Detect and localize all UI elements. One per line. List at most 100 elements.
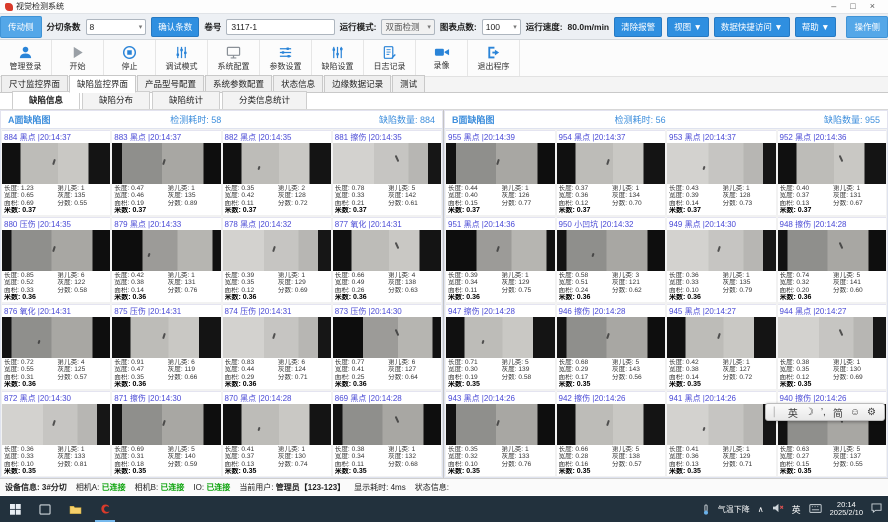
tool-button-调试模式[interactable]: 调试模式 (156, 40, 208, 76)
defect-cell-header: 882 黑点 |20:14:35 (223, 131, 331, 143)
defect-cell[interactable]: 870 黑点 |20:14:28长度: 0.41宽度: 0.37面积: 0.13… (223, 391, 331, 476)
meta-gray: 灰度: 143 (612, 366, 663, 373)
language-indicator[interactable]: 英 (792, 503, 801, 516)
defect-cell[interactable]: 943 黑点 |20:14:26长度: 0.35宽度: 0.32面积: 0.10… (446, 391, 555, 476)
tab-系统参数配置[interactable]: 系统参数配置 (205, 75, 272, 92)
tool-button-开始[interactable]: 开始 (52, 40, 104, 76)
defect-cell[interactable]: 874 压伤 |20:14:31长度: 0.83宽度: 0.44面积: 0.29… (223, 304, 331, 389)
start-button[interactable] (0, 496, 30, 522)
meta-width: 宽度: 0.52 (4, 279, 57, 286)
defect-cell[interactable]: 945 黑点 |20:14:27长度: 0.42宽度: 0.38面积: 0.14… (667, 304, 776, 389)
tool-button-系统配置[interactable]: 系统配置 (208, 40, 260, 76)
meta-class: 第几类: 1 (502, 446, 553, 453)
notification-center-icon[interactable] (871, 503, 882, 515)
defect-cell[interactable]: 955 黑点 |20:14:39长度: 0.44宽度: 0.40面积: 0.15… (446, 130, 555, 215)
defect-cell[interactable]: 941 黑点 |20:14:26长度: 0.41宽度: 0.36面积: 0.13… (667, 391, 776, 476)
subtab-缺陷分布[interactable]: 缺陷分布 (82, 91, 150, 109)
slit-count-select[interactable]: 8 ▾ (86, 19, 147, 35)
drive-side-button[interactable]: 传动侧 (0, 16, 42, 38)
tab-状态信息[interactable]: 状态信息 (273, 75, 323, 92)
defect-cell[interactable]: 953 黑点 |20:14:37长度: 0.43宽度: 0.39面积: 0.14… (667, 130, 776, 215)
defect-cell[interactable]: 875 压伤 |20:14:31长度: 0.91宽度: 0.47面积: 0.35… (112, 304, 220, 389)
defect-image (2, 404, 110, 445)
defect-cell[interactable]: 946 擦伤 |20:14:28长度: 0.68宽度: 0.29面积: 0.17… (557, 304, 666, 389)
defect-cell[interactable]: 942 擦伤 |20:14:26长度: 0.66宽度: 0.28面积: 0.16… (557, 391, 666, 476)
defect-cell[interactable]: 884 黑点 |20:14:37长度: 1.23宽度: 0.65面积: 0.69… (2, 130, 110, 215)
defect-cell[interactable]: 879 黑点 |20:14:33长度: 0.42宽度: 0.38面积: 0.14… (112, 217, 220, 302)
defect-cell[interactable]: 872 黑点 |20:14:30长度: 0.36宽度: 0.33面积: 0.10… (2, 391, 110, 476)
confirm-count-button[interactable]: 确认条数 (151, 17, 199, 37)
moon-icon[interactable]: ☽ (805, 407, 814, 418)
defect-meta-right: 第几类: 1灰度: 129分数: 0.69 (278, 272, 329, 302)
defect-cell[interactable]: 873 压伤 |20:14:30长度: 0.77宽度: 0.41面积: 0.25… (333, 304, 441, 389)
tab-缺陷监控界面[interactable]: 缺陷监控界面 (69, 75, 136, 93)
defect-cell[interactable]: 947 擦伤 |20:14:28长度: 0.71宽度: 0.30面积: 0.19… (446, 304, 555, 389)
defect-cell[interactable]: 954 黑点 |20:14:37长度: 0.37宽度: 0.36面积: 0.12… (557, 130, 666, 215)
tool-button-日志记录[interactable]: 日志记录 (364, 40, 416, 76)
defect-meta-left: 长度: 0.69宽度: 0.31面积: 0.18米数: 0.35 (114, 446, 167, 476)
ime-drag-handle[interactable]: ▏ (774, 407, 781, 418)
defect-cell-header: 947 擦伤 |20:14:28 (446, 305, 555, 317)
emoji-icon[interactable]: ☺ (850, 407, 860, 418)
defect-grid: 884 黑点 |20:14:37长度: 1.23宽度: 0.65面积: 0.69… (0, 128, 443, 478)
defect-cell[interactable]: 869 黑点 |20:14:28长度: 0.38宽度: 0.34面积: 0.11… (333, 391, 441, 476)
defect-cell[interactable]: 878 黑点 |20:14:32长度: 0.39宽度: 0.35面积: 0.12… (223, 217, 331, 302)
subtab-缺陷统计[interactable]: 缺陷统计 (152, 91, 220, 109)
tray-expand-icon[interactable]: ∧ (758, 505, 764, 514)
status-bar: 设备信息: 3#分切 相机A: 已连接 相机B: 已连接 IO: 已连接 当前用… (0, 478, 888, 495)
chart-points-select[interactable]: 100 ▾ (482, 19, 521, 35)
tab-测试[interactable]: 测试 (392, 75, 425, 92)
ime-simplified-button[interactable]: 简 (833, 405, 843, 420)
tool-button-录像[interactable]: 录像 (416, 40, 468, 76)
roll-number-input[interactable]: 3117-1 (226, 19, 334, 35)
weather-text[interactable]: 气温下降 (718, 504, 750, 515)
maximize-button[interactable]: □ (850, 2, 855, 11)
tool-button-管理登录[interactable]: 管理登录 (0, 40, 52, 76)
tool-button-参数设置[interactable]: 参数设置 (260, 40, 312, 76)
clear-alarm-button[interactable]: 清除报警 (614, 17, 662, 37)
defect-cell-header: 943 黑点 |20:14:26 (446, 392, 555, 404)
subtab-缺陷信息[interactable]: 缺陷信息 (12, 91, 80, 109)
defect-cell[interactable]: 871 擦伤 |20:14:30长度: 0.69宽度: 0.31面积: 0.18… (112, 391, 220, 476)
ime-lang-english-button[interactable]: 英 (788, 405, 798, 420)
close-button[interactable]: × (870, 2, 875, 11)
defect-cell[interactable]: 881 擦伤 |20:14:35长度: 0.78宽度: 0.33面积: 0.21… (333, 130, 441, 215)
task-view-button[interactable] (30, 496, 60, 522)
defect-cell[interactable]: 949 黑点 |20:14:30长度: 0.36宽度: 0.33面积: 0.10… (667, 217, 776, 302)
defect-cell[interactable]: 951 黑点 |20:14:36长度: 0.39宽度: 0.34面积: 0.11… (446, 217, 555, 302)
defect-cell[interactable]: 948 擦伤 |20:14:28长度: 0.74宽度: 0.32面积: 0.20… (778, 217, 887, 302)
defect-cell[interactable]: 950 小凹坑 |20:14:32长度: 0.58宽度: 0.51面积: 0.2… (557, 217, 666, 302)
vision-app-taskbar-button[interactable] (90, 496, 120, 522)
meta-area: 面积: 0.15 (448, 200, 502, 207)
tab-边缘数据记录[interactable]: 边缘数据记录 (324, 75, 391, 92)
minimize-button[interactable]: – (831, 2, 836, 11)
defect-cell[interactable]: 880 压伤 |20:14:35长度: 0.85宽度: 0.52面积: 0.33… (2, 217, 110, 302)
keyboard-icon[interactable] (809, 504, 822, 515)
defect-cell[interactable]: 883 黑点 |20:14:37长度: 0.47宽度: 0.46面积: 0.19… (112, 130, 220, 215)
file-explorer-button[interactable] (60, 496, 90, 522)
gear-icon[interactable]: ⚙ (867, 407, 876, 418)
tool-button-退出程序[interactable]: 退出程序 (468, 40, 520, 76)
help-menu-button[interactable]: 帮助 ▼ (795, 17, 837, 37)
run-mode-select[interactable]: 双面检测 ▾ (381, 19, 434, 35)
volume-muted-icon[interactable] (772, 503, 784, 515)
defect-meta-right: 第几类: 5灰度: 138分数: 0.57 (612, 446, 663, 476)
defect-image (667, 404, 776, 445)
operator-side-button[interactable]: 操作侧 (846, 16, 888, 38)
taskbar-clock[interactable]: 20:14 2025/2/10 (830, 501, 863, 518)
defect-cell[interactable]: 952 黑点 |20:14:36长度: 0.40宽度: 0.37面积: 0.13… (778, 130, 887, 215)
tab-尺寸监控界面[interactable]: 尺寸监控界面 (1, 75, 68, 92)
view-menu-button[interactable]: 视图 ▼ (667, 17, 709, 37)
defect-cell[interactable]: 877 氧化 |20:14:31长度: 0.66宽度: 0.49面积: 0.26… (333, 217, 441, 302)
subtab-分类信息统计[interactable]: 分类信息统计 (222, 91, 307, 109)
defect-meta-left: 长度: 0.83宽度: 0.44面积: 0.29米数: 0.36 (225, 359, 278, 389)
tool-button-停止[interactable]: 停止 (104, 40, 156, 76)
meta-width: 宽度: 0.41 (335, 366, 388, 373)
tool-button-缺陷设置[interactable]: 缺陷设置 (312, 40, 364, 76)
tab-产品型号配置[interactable]: 产品型号配置 (137, 75, 204, 92)
data-quick-access-menu-button[interactable]: 数据快捷访问 ▼ (714, 17, 790, 37)
punctuation-icon[interactable]: ’, (821, 407, 826, 418)
defect-cell[interactable]: 944 黑点 |20:14:27长度: 0.38宽度: 0.35面积: 0.12… (778, 304, 887, 389)
defect-cell[interactable]: 882 黑点 |20:14:35长度: 0.35宽度: 0.42面积: 0.11… (223, 130, 331, 215)
defect-cell[interactable]: 876 氧化 |20:14:31长度: 0.72宽度: 0.55面积: 0.31… (2, 304, 110, 389)
